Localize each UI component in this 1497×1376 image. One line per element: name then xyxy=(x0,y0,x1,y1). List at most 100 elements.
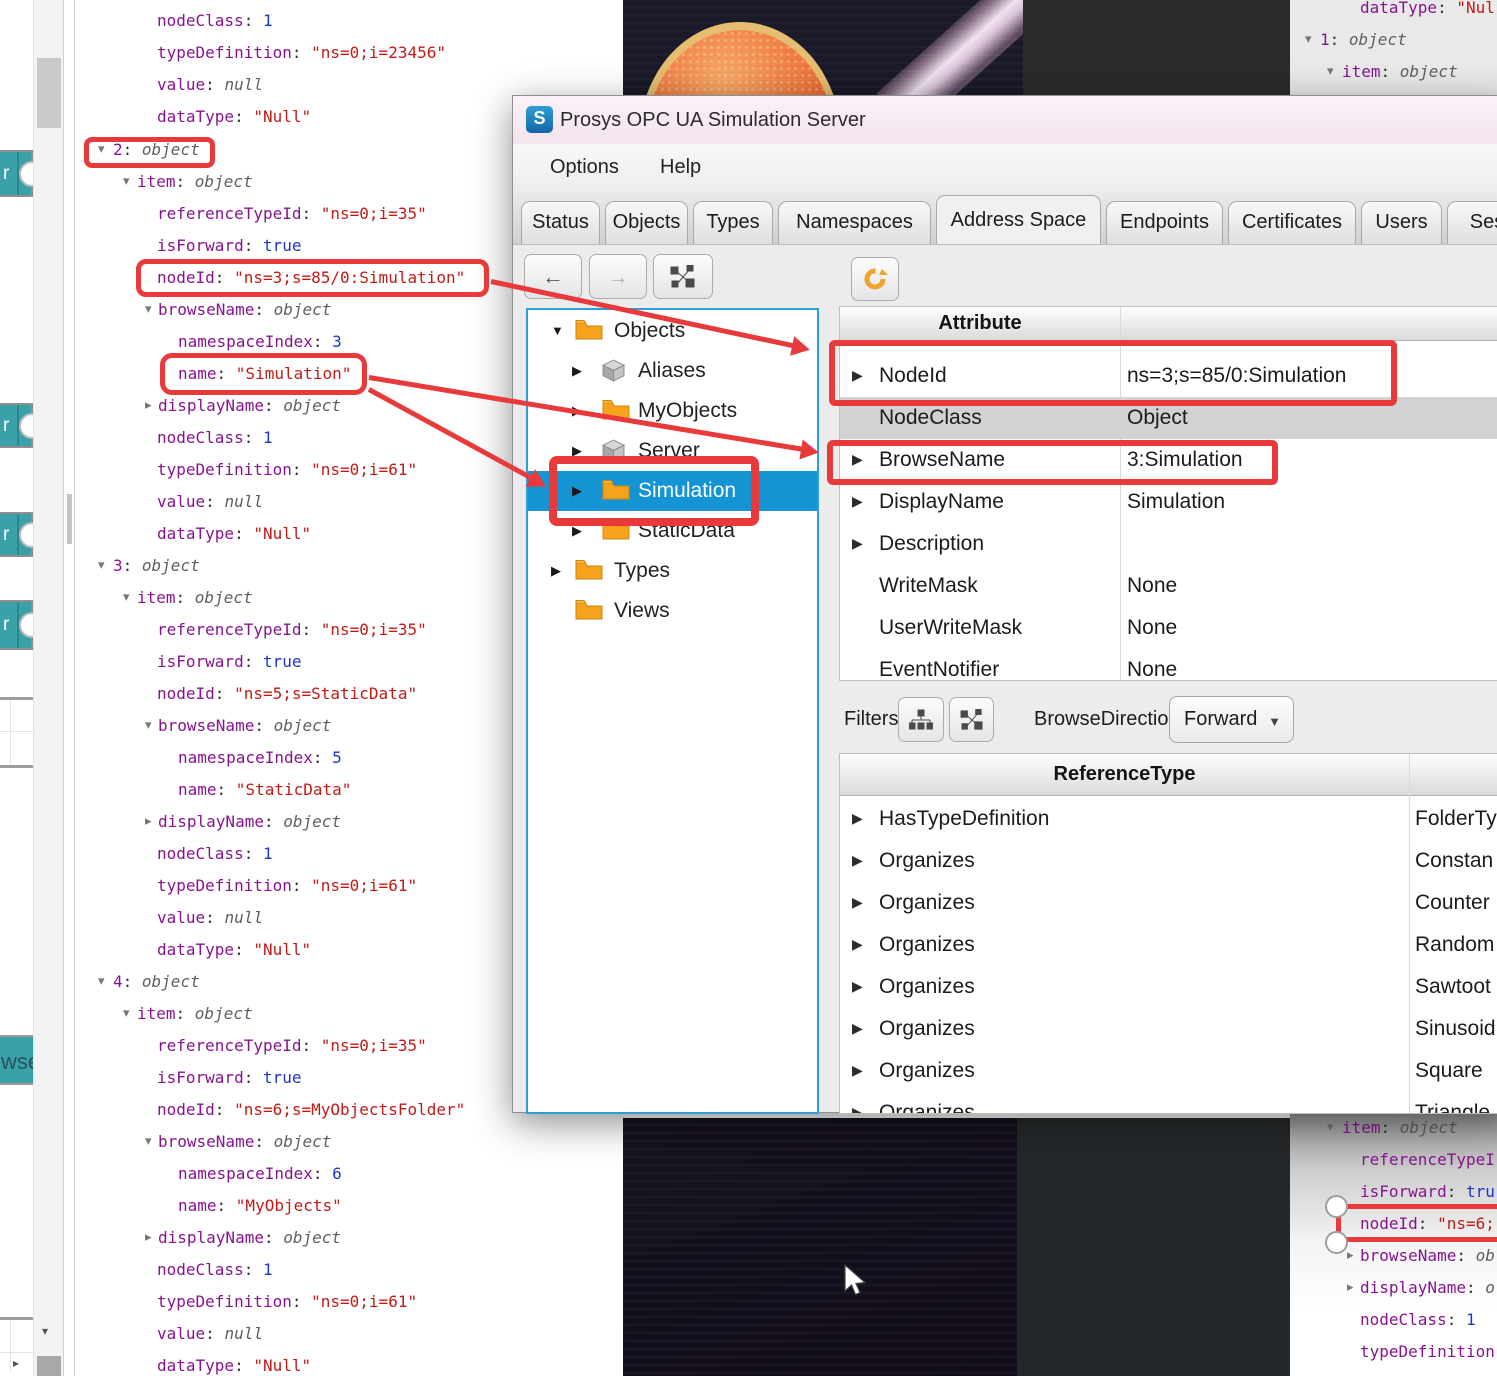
menu-help[interactable]: Help xyxy=(654,144,707,191)
console-property: dataType: "Null" xyxy=(157,523,311,545)
console-property: item: object xyxy=(137,1003,253,1025)
attribute-table-header: Attribute xyxy=(840,307,1497,341)
tree-item-label: Views xyxy=(614,591,670,631)
attribute-name: WriteMask xyxy=(879,565,978,607)
attribute-header-label: Attribute xyxy=(840,307,1120,340)
expander-right-icon[interactable]: ▶ xyxy=(852,853,863,867)
disclosure-down-icon[interactable]: ▾ xyxy=(145,299,152,321)
attribute-name: UserWriteMask xyxy=(879,607,1022,649)
disclosure-right-icon[interactable]: ▸ xyxy=(145,395,152,417)
expander-down-icon[interactable]: ▼ xyxy=(551,324,564,337)
expander-right-icon[interactable]: ▶ xyxy=(852,452,863,466)
expander-right-icon[interactable]: ▶ xyxy=(572,364,582,377)
expander-right-icon[interactable]: ▶ xyxy=(852,1105,863,1114)
tree-item-types[interactable]: ▶Types xyxy=(528,551,817,591)
expander-right-icon[interactable]: ▶ xyxy=(852,1021,863,1035)
expander-right-icon[interactable]: ▶ xyxy=(572,444,582,457)
expander-right-icon[interactable]: ▶ xyxy=(852,536,863,550)
expander-right-icon[interactable]: ▶ xyxy=(852,368,863,382)
expander-right-icon[interactable]: ▶ xyxy=(852,979,863,993)
reference-row[interactable]: ▶OrganizesCounter xyxy=(840,882,1497,924)
attribute-row[interactable]: ▶BrowseName3:Simulation xyxy=(840,439,1497,481)
expander-right-icon[interactable]: ▶ xyxy=(852,811,863,825)
tree-item-staticdata[interactable]: ▶StaticData xyxy=(528,511,817,551)
disclosure-down-icon[interactable]: ▾ xyxy=(1305,29,1312,51)
disclosure-down-icon[interactable]: ▾ xyxy=(145,715,152,737)
expander-right-icon[interactable]: ▶ xyxy=(852,895,863,909)
disclosure-right-icon[interactable]: ▸ xyxy=(1347,1245,1354,1267)
app-logo-icon: S xyxy=(526,106,553,133)
disclosure-down-icon[interactable]: ▾ xyxy=(123,1003,130,1025)
disclosure-down-icon[interactable]: ▾ xyxy=(1327,1117,1334,1139)
tab-sess[interactable]: Sess xyxy=(1447,201,1497,244)
console-property: value: null xyxy=(157,907,263,929)
reference-row[interactable]: ▶OrganizesSquare xyxy=(840,1050,1497,1092)
attribute-row[interactable]: ▶NodeIdns=3;s=85/0:Simulation xyxy=(840,355,1497,397)
console-property: displayName: o xyxy=(1360,1277,1495,1299)
tree-item-objects[interactable]: ▼Objects xyxy=(528,311,817,351)
tab-endpoints[interactable]: Endpoints xyxy=(1106,201,1223,244)
tree-item-myobjects[interactable]: ▶MyObjects xyxy=(528,391,817,431)
opcua-server-window: S Prosys OPC UA Simulation Server Option… xyxy=(512,95,1497,1113)
window-titlebar[interactable]: S Prosys OPC UA Simulation Server xyxy=(513,96,1497,145)
reference-target: FolderTy xyxy=(1415,798,1497,840)
expander-right-icon[interactable]: ▶ xyxy=(852,937,863,951)
tab-namespaces[interactable]: Namespaces xyxy=(778,201,931,244)
attribute-name: DisplayName xyxy=(879,481,1004,523)
console-property: typeDefinition xyxy=(1360,1341,1495,1363)
graph-filter-button[interactable] xyxy=(949,697,994,742)
forward-button[interactable]: → xyxy=(589,254,647,299)
attribute-row[interactable]: NodeClassObject xyxy=(840,397,1497,439)
tree-item-views[interactable]: Views xyxy=(528,591,817,631)
reference-row[interactable]: ▶OrganizesSinusoid xyxy=(840,1008,1497,1050)
console-property: browseName: ob xyxy=(1360,1245,1495,1267)
disclosure-down-icon[interactable]: ▾ xyxy=(98,139,105,161)
disclosure-down-icon[interactable]: ▾ xyxy=(1327,61,1334,83)
browse-direction-dropdown[interactable]: Forward ▼ xyxy=(1169,696,1294,743)
disclosure-down-icon[interactable]: ▾ xyxy=(98,555,105,577)
tree-item-simulation[interactable]: ▶Simulation xyxy=(528,471,817,511)
reference-target: Sinusoid xyxy=(1415,1008,1496,1050)
attribute-row[interactable]: WriteMaskNone xyxy=(840,565,1497,607)
reference-row[interactable]: ▶OrganizesRandom xyxy=(840,924,1497,966)
attribute-row[interactable]: ▶DisplayNameSimulation xyxy=(840,481,1497,523)
expander-right-icon[interactable]: ▶ xyxy=(572,484,582,497)
attribute-row[interactable]: UserWriteMaskNone xyxy=(840,607,1497,649)
back-button[interactable]: ← xyxy=(524,254,582,299)
console-property: nodeId: "ns=3;s=85/0:Simulation" xyxy=(157,267,465,289)
tree-item-server[interactable]: ▶Server xyxy=(528,431,817,471)
tree-item-aliases[interactable]: ▶Aliases xyxy=(528,351,817,391)
expander-right-icon[interactable]: ▶ xyxy=(852,1063,863,1077)
tab-objects[interactable]: Objects xyxy=(605,201,688,244)
graph-view-button[interactable] xyxy=(653,254,713,299)
reference-row[interactable]: ▶OrganizesSawtoot xyxy=(840,966,1497,1008)
disclosure-down-icon[interactable]: ▾ xyxy=(123,171,130,193)
tab-address-space[interactable]: Address Space xyxy=(936,195,1101,244)
menu-options[interactable]: Options xyxy=(544,144,625,191)
console-property: browseName: object xyxy=(158,299,331,321)
disclosure-right-icon[interactable]: ▸ xyxy=(1347,1277,1354,1299)
expander-right-icon[interactable]: ▶ xyxy=(852,494,863,508)
address-space-tree[interactable]: ▼Objects▶Aliases▶MyObjects▶Server▶Simula… xyxy=(526,308,819,1114)
console-property: typeDefinition: "ns=0;i=61" xyxy=(157,875,417,897)
tab-users[interactable]: Users xyxy=(1361,201,1442,244)
tab-status[interactable]: Status xyxy=(521,201,600,244)
tab-types[interactable]: Types xyxy=(693,201,773,244)
reference-row[interactable]: ▶OrganizesTriangle xyxy=(840,1092,1497,1114)
disclosure-right-icon[interactable]: ▸ xyxy=(145,811,152,833)
expander-right-icon[interactable]: ▶ xyxy=(572,404,582,417)
reference-row[interactable]: ▶OrganizesConstan xyxy=(840,840,1497,882)
console-property: nodeClass: 1 xyxy=(1360,1309,1476,1331)
reference-row[interactable]: ▶HasTypeDefinitionFolderTy xyxy=(840,798,1497,840)
menubar: Options Help xyxy=(513,144,1497,192)
attribute-row[interactable]: EventNotifierNone xyxy=(840,649,1497,681)
console-property: item: object xyxy=(1342,61,1458,83)
disclosure-down-icon[interactable]: ▾ xyxy=(98,971,105,993)
disclosure-down-icon[interactable]: ▾ xyxy=(123,587,130,609)
expander-right-icon[interactable]: ▶ xyxy=(572,524,582,537)
tab-certificates[interactable]: Certificates xyxy=(1228,201,1356,244)
hierarchy-filter-button[interactable] xyxy=(898,697,944,742)
attribute-row[interactable]: ▶Description xyxy=(840,523,1497,565)
expander-right-icon[interactable]: ▶ xyxy=(551,564,561,577)
refresh-button[interactable] xyxy=(851,257,899,301)
